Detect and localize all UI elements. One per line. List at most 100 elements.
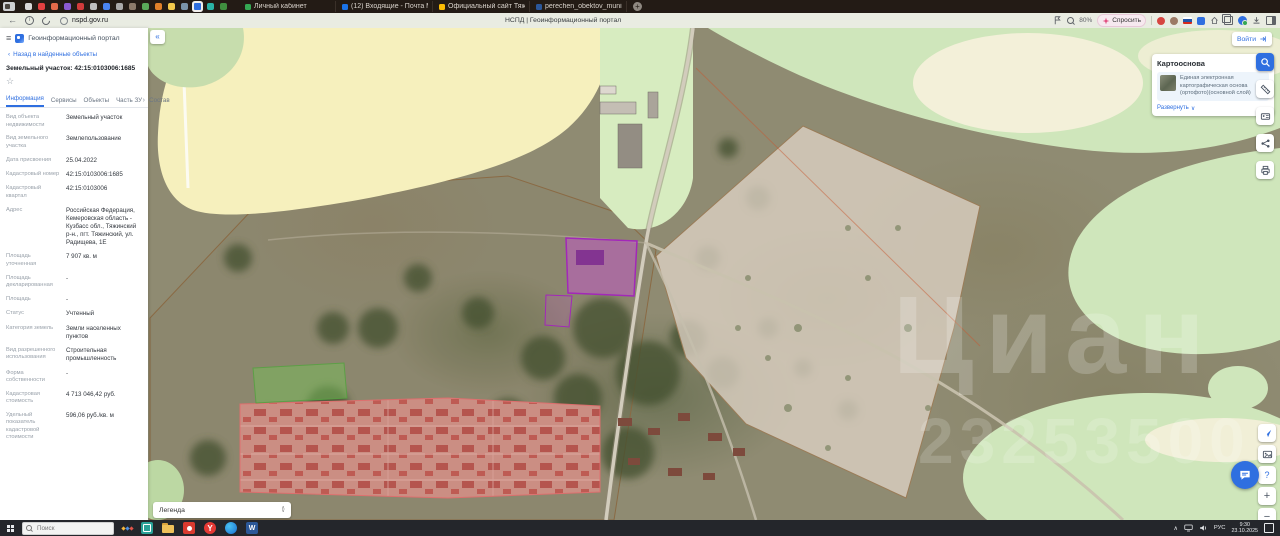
attribute-value: Землепользование	[66, 135, 122, 143]
browser-tab[interactable]: perechen_obektov_muni	[532, 1, 627, 12]
favorite-star-icon[interactable]: ☆	[0, 74, 148, 91]
identify-object-button[interactable]	[1256, 107, 1274, 125]
sidebar-toggle-icon[interactable]	[1266, 16, 1276, 25]
extension-blue-icon[interactable]	[1197, 16, 1205, 25]
extension-red-icon[interactable]	[1157, 16, 1165, 25]
attribute-row: Вид объекта недвижимости Земельный участ…	[6, 111, 142, 132]
pinned-tab[interactable]	[77, 3, 84, 10]
help-button[interactable]: ?	[1258, 466, 1276, 484]
pinned-tab[interactable]	[103, 3, 110, 10]
word-icon[interactable]: W	[246, 522, 258, 534]
edge-browser-icon[interactable]	[225, 522, 237, 534]
search-icon	[26, 525, 32, 531]
back-to-results-link[interactable]: ‹ Назад в найденные объекты	[0, 47, 148, 60]
zoom-in-button[interactable]: +	[1258, 487, 1276, 505]
extension-brown-icon[interactable]	[1170, 16, 1178, 25]
search-input[interactable]	[35, 523, 99, 533]
portal-app: ≡ Геоинформационный портал ‹ Назад в най…	[0, 28, 1280, 520]
tabs-scroll-arrow[interactable]: ›	[143, 97, 145, 104]
pinned-tab[interactable]	[25, 3, 32, 10]
new-tab-button[interactable]: +	[633, 2, 642, 11]
pinned-tab[interactable]	[155, 3, 162, 10]
pinned-tab[interactable]	[168, 3, 175, 10]
location-pin-icon[interactable]	[1238, 16, 1248, 26]
start-button[interactable]	[7, 524, 14, 532]
info-tab[interactable]: Состав	[149, 97, 170, 107]
watermark-text: Циан	[893, 274, 1217, 397]
pinned-tab[interactable]	[207, 3, 214, 10]
chat-bubble-icon	[1240, 470, 1250, 480]
info-tabs: Информация Сервисы Объекты Часть ЗУ Сост…	[0, 91, 170, 108]
tab-favicon	[342, 3, 348, 10]
taskbar-search[interactable]	[22, 521, 114, 535]
support-chat-button[interactable]	[1231, 461, 1259, 489]
pinned-tab[interactable]	[116, 3, 123, 10]
pinned-tab[interactable]	[220, 3, 227, 10]
browser-menu-icon[interactable]	[3, 2, 15, 11]
app-icon-settings[interactable]	[141, 522, 153, 534]
home-icon[interactable]	[1210, 16, 1219, 25]
info-tab[interactable]: Часть ЗУ	[116, 97, 142, 107]
info-tab[interactable]: Объекты	[84, 97, 110, 107]
print-button[interactable]	[1256, 161, 1274, 179]
sparkle-icon	[1102, 17, 1110, 24]
pinned-tab[interactable]	[51, 3, 58, 10]
pinned-tab[interactable]	[38, 3, 45, 10]
share-button[interactable]	[1256, 134, 1274, 152]
widgets-icon[interactable]	[121, 525, 134, 531]
language-indicator[interactable]: РУС	[1214, 525, 1226, 531]
back-icon[interactable]: ←	[8, 13, 17, 28]
file-explorer-icon[interactable]	[162, 522, 174, 534]
pinned-tab[interactable]	[181, 3, 188, 10]
browser-tab[interactable]: (12) Входящие - Почта M	[338, 1, 433, 12]
my-location-button[interactable]	[1258, 424, 1276, 442]
browser-tab-strip: Личный кабинет (12) Входящие - Почта M О…	[0, 0, 1280, 13]
download-icon[interactable]	[1252, 16, 1261, 25]
pinned-tab[interactable]	[142, 3, 149, 10]
screenshot-button[interactable]	[1258, 445, 1276, 463]
pinned-tab[interactable]	[64, 3, 71, 10]
reload-icon[interactable]	[40, 14, 52, 27]
village-area	[239, 397, 745, 499]
info-tab[interactable]: Сервисы	[51, 97, 77, 107]
url-text[interactable]: nspd.gov.ru	[72, 17, 108, 24]
tab-groups-icon[interactable]	[1222, 14, 1233, 25]
attribute-label: Статус	[6, 310, 24, 317]
info-icon[interactable]: i	[25, 16, 34, 25]
network-icon[interactable]	[1184, 524, 1193, 532]
attribute-row: Кадастровая стоимость 4 713 046,42 руб.	[6, 388, 142, 409]
volume-icon[interactable]	[1199, 524, 1208, 532]
legend-bar[interactable]: Легенда ∧ ∨	[153, 502, 291, 518]
extension-ru-flag-icon[interactable]	[1183, 17, 1192, 24]
page-title: НСПД | Геоинформационный портал	[505, 17, 622, 24]
browser-tab[interactable]: Официальный сайт Тяж	[435, 1, 530, 12]
watermark: Циан 23253500	[893, 274, 1245, 477]
basemap-layer-row[interactable]: Единая электронная картографическая осно…	[1157, 72, 1269, 101]
zoom-out-button[interactable]: −	[1258, 508, 1276, 520]
app-icon-red[interactable]	[183, 522, 195, 534]
taskbar: Y W ∧ РУС 9:30 23.10.2025	[0, 520, 1280, 536]
pinned-tab[interactable]	[90, 3, 97, 10]
bookmark-flag-icon[interactable]	[1053, 16, 1062, 25]
yandex-browser-icon[interactable]: Y	[204, 522, 216, 534]
site-security-icon[interactable]	[60, 16, 68, 25]
info-tab[interactable]: Информация	[6, 95, 44, 107]
tray-expand-icon[interactable]: ∧	[1173, 525, 1177, 532]
login-button[interactable]: Войти	[1231, 32, 1272, 46]
ask-ai-button[interactable]: Спросить	[1097, 14, 1146, 27]
clock[interactable]: 9:30 23.10.2025	[1231, 522, 1258, 534]
basemap-expand-link[interactable]: Развернуть ∨	[1157, 105, 1269, 112]
map-canvas[interactable]: Циан 23253500	[148, 28, 1280, 520]
attribute-label: Категория земель	[6, 324, 54, 331]
collapse-panel-button[interactable]: «	[150, 30, 165, 44]
notification-center-icon[interactable]	[1264, 523, 1274, 533]
browser-tab[interactable]: Личный кабинет	[241, 1, 336, 12]
menu-icon[interactable]: ≡	[6, 34, 11, 43]
pinned-tab[interactable]	[129, 3, 136, 10]
zoom-level[interactable]: 80%	[1079, 17, 1092, 24]
measure-ruler-button[interactable]	[1256, 80, 1274, 98]
pinned-tab[interactable]	[194, 3, 201, 10]
tab-label: perechen_obektov_muni	[545, 3, 622, 10]
search-layers-button[interactable]	[1256, 53, 1274, 71]
map-container[interactable]: Циан 23253500 « Легенда ∧ ∨ Войти Картоос…	[148, 28, 1280, 520]
